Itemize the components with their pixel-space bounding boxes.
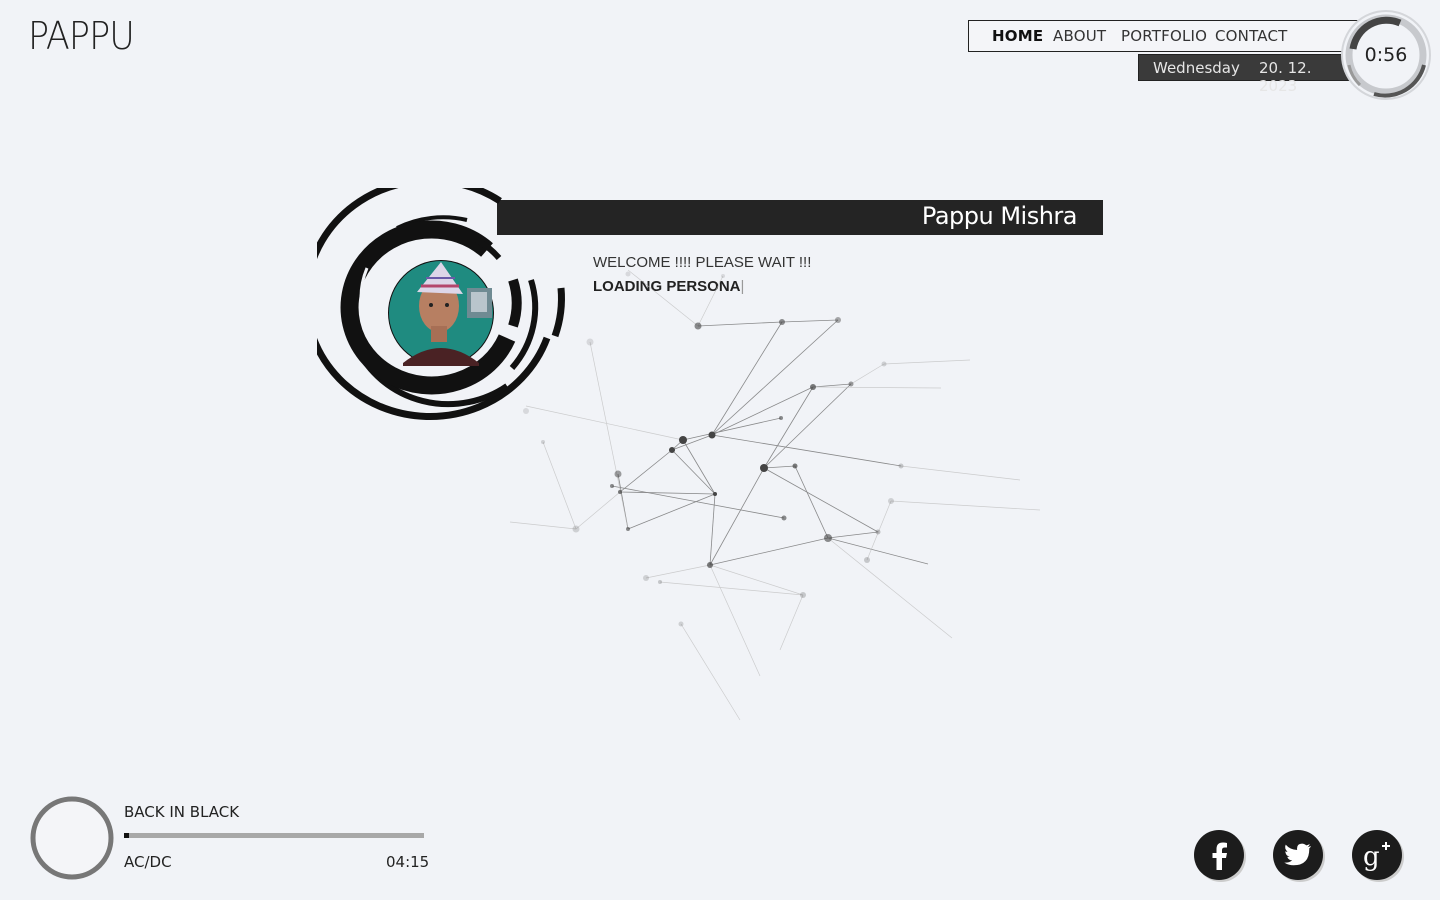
name-banner: Pappu Mishra (497, 200, 1103, 235)
twitter-icon (1273, 830, 1325, 882)
particle-network (509, 269, 1041, 721)
track-progress-bar[interactable] (124, 833, 424, 838)
facebook-icon (1194, 830, 1246, 882)
clock-widget: 0:56 (1340, 9, 1432, 101)
nav-contact[interactable]: CONTACT (1215, 27, 1288, 45)
nav-portfolio[interactable]: PORTFOLIO (1121, 27, 1207, 45)
track-duration: 04:15 (386, 853, 430, 871)
album-disc-icon[interactable] (30, 796, 114, 880)
facebook-button[interactable] (1194, 830, 1246, 882)
track-artist: AC/DC (124, 853, 172, 871)
date-bar: Wednesday 20. 12. 2023 (1138, 54, 1353, 95)
google-plus-button[interactable]: g (1352, 830, 1404, 882)
date-label: 20. 12. 2023 (1259, 59, 1312, 95)
clock-time: 0:56 (1364, 44, 1408, 66)
track-title: BACK IN BLACK (124, 803, 240, 821)
site-logo[interactable]: PAPPU (28, 14, 135, 58)
twitter-button[interactable] (1273, 830, 1325, 882)
nav-about[interactable]: ABOUT (1053, 27, 1106, 45)
track-progress-fill (124, 833, 130, 838)
svg-text:g: g (1363, 842, 1380, 872)
main-nav: HOME ABOUT PORTFOLIO CONTACT (968, 20, 1368, 52)
google-plus-icon: g (1352, 830, 1404, 882)
profile-name: Pappu Mishra (921, 202, 1078, 230)
weekday-label: Wednesday (1153, 59, 1240, 77)
nav-home[interactable]: HOME (992, 27, 1043, 45)
